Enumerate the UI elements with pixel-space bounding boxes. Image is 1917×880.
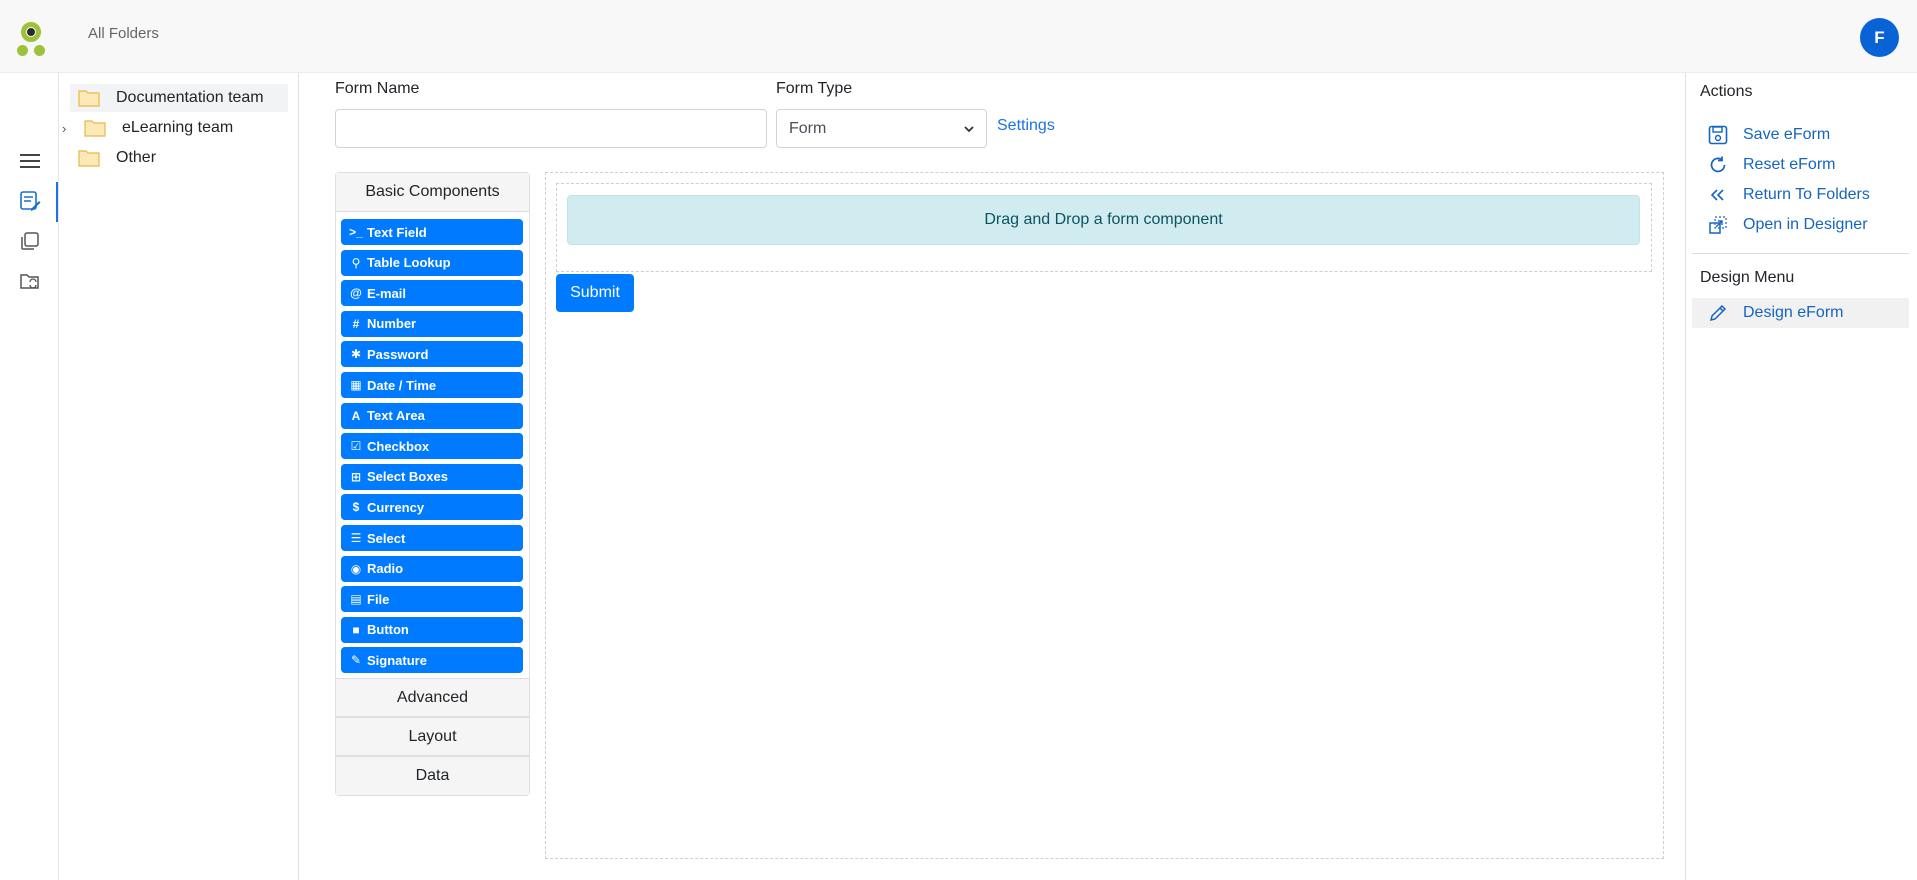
component-icon: #	[352, 316, 360, 331]
copy-icon[interactable]	[18, 229, 42, 253]
component-label: Checkbox	[367, 438, 430, 454]
return-to-folders-action[interactable]: Return To Folders	[1707, 183, 1870, 207]
form-type-select[interactable]: Form	[776, 109, 987, 148]
reset-eform-action[interactable]: Reset eForm	[1707, 153, 1835, 177]
folder-icon	[84, 119, 106, 137]
component-label: File	[367, 591, 390, 607]
save-icon	[1707, 124, 1729, 146]
component-e-mail-button[interactable]: @ E-mail	[341, 280, 523, 307]
component-icon: ◉	[350, 561, 362, 576]
component-label: Password	[367, 346, 429, 362]
icon-rail	[0, 73, 59, 880]
component-label: Signature	[367, 652, 427, 668]
design-menu-title: Design Menu	[1700, 269, 1795, 286]
pencil-icon	[1707, 302, 1729, 324]
component-icon: ☰	[350, 531, 362, 545]
form-type-value: Form	[789, 119, 827, 137]
component-number-button[interactable]: # Number	[341, 310, 523, 337]
component-currency-button[interactable]: $ Currency	[341, 494, 523, 521]
action-label: Reset eForm	[1743, 156, 1836, 173]
form-type-label: Form Type	[776, 80, 853, 97]
component-signature-button[interactable]: ✎ Signature	[341, 647, 523, 674]
component-button-button[interactable]: ■ Button	[341, 616, 523, 643]
actions-title: Actions	[1700, 83, 1753, 100]
component-radio-button[interactable]: ◉ Radio	[341, 555, 523, 582]
data-group-header[interactable]: Data	[336, 756, 529, 795]
folder-item-elearning-team[interactable]: › eLearning team	[62, 114, 288, 142]
action-label: Save eForm	[1743, 126, 1831, 143]
layout-group-header[interactable]: Layout	[336, 717, 529, 756]
component-icon: ⊞	[350, 469, 362, 484]
component-label: Table Lookup	[367, 255, 451, 271]
rail-active-indicator	[56, 182, 58, 222]
component-select-button[interactable]: ☰ Select	[341, 525, 523, 551]
advanced-group-header[interactable]: Advanced	[336, 678, 529, 717]
component-date-time-button[interactable]: ▦ Date / Time	[341, 372, 523, 398]
top-bar: All Folders F	[0, 0, 1917, 73]
component-label: Currency	[367, 499, 425, 515]
component-icon: @	[350, 286, 362, 301]
action-label: Design eForm	[1743, 304, 1844, 321]
component-select-boxes-button[interactable]: ⊞ Select Boxes	[341, 463, 523, 490]
open-designer-icon	[1707, 214, 1729, 236]
component-label: Text Area	[367, 408, 425, 424]
drop-zone-message: Drag and Drop a form component	[567, 195, 1640, 245]
component-palette: Basic Components >_ Text Field ⚲ Table Look…	[335, 172, 530, 796]
folder-label: Other	[116, 149, 157, 166]
app-logo[interactable]	[17, 22, 47, 56]
component-icon: ☑	[350, 439, 362, 454]
settings-link[interactable]: Settings	[997, 117, 1055, 135]
component-label: Select Boxes	[367, 469, 448, 485]
component-label: Text Field	[367, 224, 427, 240]
component-text-field-button[interactable]: >_ Text Field	[341, 219, 523, 245]
component-icon: ▤	[350, 592, 362, 607]
component-label: Radio	[367, 561, 404, 577]
folder-icon	[78, 89, 100, 107]
chevron-down-icon	[964, 120, 974, 138]
component-label: Date / Time	[367, 377, 437, 393]
component-label: Number	[367, 316, 417, 332]
component-label: Select	[367, 530, 406, 546]
component-icon: >_	[349, 225, 363, 239]
return-icon	[1707, 184, 1729, 206]
folder-tree	[59, 73, 299, 880]
component-file-button[interactable]: ▤ File	[341, 586, 523, 613]
component-icon: ⚲	[351, 255, 361, 270]
design-eform-action[interactable]: Design eForm	[1707, 301, 1843, 325]
component-table-lookup-button[interactable]: ⚲ Table Lookup	[341, 249, 523, 276]
component-icon: ▦	[350, 378, 362, 392]
component-text-area-button[interactable]: A Text Area	[341, 402, 523, 429]
folder-item-documentation-team[interactable]: Documentation team	[70, 84, 288, 112]
reset-icon	[1707, 154, 1729, 176]
component-icon: ■	[352, 622, 360, 637]
component-label: Button	[367, 622, 409, 638]
folder-label: Documentation team	[116, 89, 264, 106]
component-icon: ✎	[350, 653, 362, 668]
component-icon: A	[351, 408, 361, 423]
folder-item-other[interactable]: Other	[78, 144, 288, 172]
form-edit-icon[interactable]	[18, 189, 42, 213]
folder-sync-icon[interactable]	[18, 269, 42, 293]
panel-divider	[1692, 253, 1909, 254]
component-icon: $	[352, 500, 360, 515]
form-canvas[interactable]	[545, 172, 1664, 859]
basic-components-header[interactable]: Basic Components	[336, 173, 529, 212]
save-eform-action[interactable]: Save eForm	[1707, 123, 1830, 147]
action-label: Return To Folders	[1743, 186, 1870, 203]
chevron-right-icon[interactable]: ›	[62, 121, 74, 136]
open-in-designer-action[interactable]: Open in Designer	[1707, 213, 1868, 237]
component-password-button[interactable]: ✱ Password	[341, 341, 523, 368]
user-avatar[interactable]: F	[1860, 18, 1899, 57]
menu-icon[interactable]	[18, 149, 42, 173]
breadcrumb-all-folders[interactable]: All Folders	[88, 25, 159, 42]
form-name-input[interactable]	[335, 109, 767, 148]
folder-label: eLearning team	[122, 119, 234, 136]
component-icon: ✱	[350, 347, 362, 362]
component-checkbox-button[interactable]: ☑ Checkbox	[341, 433, 523, 460]
folder-icon	[78, 149, 100, 167]
component-label: E-mail	[367, 285, 407, 301]
submit-button[interactable]: Submit	[556, 274, 634, 312]
action-label: Open in Designer	[1743, 216, 1868, 233]
form-name-label: Form Name	[335, 80, 420, 97]
